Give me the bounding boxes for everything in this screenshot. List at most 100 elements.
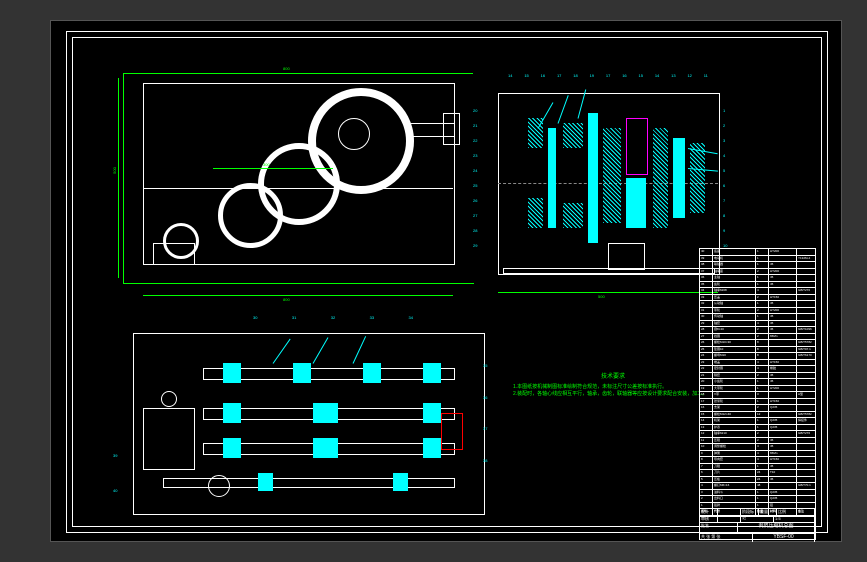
balloon: 16 (541, 73, 545, 88)
bom-cell: 弹簧 (713, 451, 756, 457)
bom-cell (769, 431, 797, 437)
bom-body: 40底座1HT20039电动机1Y132M-438联轴器14537轴承座2HT2… (700, 249, 815, 509)
balloon-plan-left: 3940 (113, 453, 123, 493)
bom-cell: 调整螺栓 (713, 444, 756, 450)
bom-cell: HT200 (769, 249, 797, 255)
bom-cell (797, 269, 815, 275)
bom-cell (797, 314, 815, 320)
bom-cell: 29 (700, 321, 713, 327)
balloon: 3 (723, 138, 733, 143)
bom-cell: 进料斗 (713, 490, 756, 496)
balloon: 35 (483, 363, 493, 368)
bom-cell: 45 (769, 444, 797, 450)
bom-cell: 45 (769, 373, 797, 379)
bom-cell: 端盖 (713, 360, 756, 366)
bom-cell: 22 (700, 366, 713, 372)
bom-cell (797, 262, 815, 268)
bom-cell: 45 (769, 275, 797, 281)
cad-viewport[interactable]: 800 500 (0, 0, 867, 562)
bom-cell: 1 (756, 301, 769, 307)
bom-cell (797, 301, 815, 307)
motor-plan (608, 243, 645, 270)
bom-cell: 30 (700, 314, 713, 320)
bom-cell (769, 347, 797, 353)
balloon-col-left: 20212223242526272829 (473, 108, 483, 248)
section-view: 14151617181917161514131211 12345678910 2… (478, 68, 728, 288)
bom-cell: 隔套 (713, 373, 756, 379)
balloon: 4 (723, 153, 733, 158)
bom-cell: 10 (700, 444, 713, 450)
bom-cell: 刀片 (713, 470, 756, 476)
bom-cell (769, 392, 797, 398)
bom-cell: 1 (756, 262, 769, 268)
balloon: 18 (573, 73, 577, 88)
balloon-col-right: 12345678910 (723, 108, 733, 248)
dim-bottom (143, 295, 453, 296)
tb-row: 共 张 第 张 YBSF-00 (700, 534, 815, 542)
bom-table: 40底座1HT20039电动机1Y132M-438联轴器14537轴承座2HT2… (699, 248, 816, 540)
bom-cell: 45 (769, 438, 797, 444)
balloon: 36 (483, 395, 493, 400)
model-space[interactable]: 800 500 (50, 20, 842, 542)
bom-cell: Q235 (769, 490, 797, 496)
bom-cell: 37 (700, 269, 713, 275)
bom-cell: 焊接件 (797, 418, 815, 424)
hatch-9 (690, 143, 705, 213)
balloon: 6 (723, 183, 733, 188)
bom-cell: 11 (700, 438, 713, 444)
bom-cell: 24 (756, 477, 769, 483)
bom-cell: 65Mn (769, 334, 797, 340)
bom-cell: 从动轴 (713, 301, 756, 307)
bom-cell: A型 (797, 392, 815, 398)
bom-cell: 轴承6208 (713, 288, 756, 294)
tb-design: 设计 (700, 509, 718, 515)
bom-cell: 刀辊 (713, 464, 756, 470)
bom-cell: 2 (756, 295, 769, 301)
bom-cell: 34 (700, 288, 713, 294)
bom-cell: 45 (769, 327, 797, 333)
bom-cell: 16 (700, 405, 713, 411)
balloon: 25 (473, 183, 483, 188)
bom-cell: HT150 (769, 295, 797, 301)
bom-cell: 齿轮 (713, 282, 756, 288)
bearing (423, 403, 441, 423)
magenta-part (626, 118, 648, 175)
motor (153, 243, 195, 265)
bom-cell (797, 399, 815, 405)
bom-cell: 45 (769, 477, 797, 483)
drawing-title: 剥皮压缩机总图 (738, 523, 815, 533)
bom-cell: 护罩 (713, 425, 756, 431)
bom-cell: Y132M-4 (797, 256, 815, 262)
tb-row: 批准 剥皮压缩机总图 (700, 523, 815, 534)
section-8 (673, 138, 685, 218)
bom-cell: 36 (700, 275, 713, 281)
balloon: 23 (473, 153, 483, 158)
dim-section-w (498, 292, 718, 293)
balloon: 27 (473, 213, 483, 218)
balloon-row-top: 14151617181917161514131211 (508, 73, 708, 88)
bom-cell: 传动轴 (713, 314, 756, 320)
bom-cell: 7 (700, 464, 713, 470)
section-6 (626, 178, 646, 228)
bearing (223, 363, 241, 383)
bom-cell: GB/T5782 (797, 412, 815, 418)
shaft-section (548, 128, 556, 228)
bom-cell: 45 (769, 262, 797, 268)
balloon: 30 (253, 315, 257, 325)
balloon: 12 (687, 73, 691, 88)
balloon: 1 (723, 108, 733, 113)
hatch-3 (563, 123, 583, 148)
bom-cell: 1 (756, 386, 769, 392)
bom-cell (797, 438, 815, 444)
bom-cell (769, 256, 797, 262)
bom-cell: 底座 (713, 249, 756, 255)
bom-cell: 9 (700, 451, 713, 457)
dim-width: 800 (283, 66, 290, 71)
bom-cell: 1 (756, 282, 769, 288)
bom-cell: 48 (756, 483, 769, 489)
bom-cell: 张紧轮 (713, 399, 756, 405)
bom-cell: 24 (756, 470, 769, 476)
gear-plan (313, 403, 338, 423)
bom-cell: 13 (700, 425, 713, 431)
bom-cell: HT200 (769, 308, 797, 314)
